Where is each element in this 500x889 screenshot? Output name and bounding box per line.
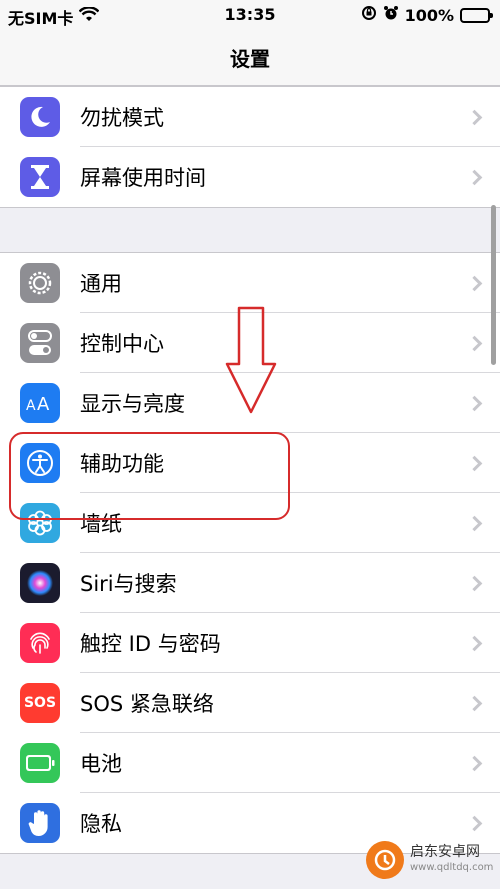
chevron-right-icon bbox=[466, 755, 483, 771]
settings-row-label: 通用 bbox=[80, 272, 122, 296]
settings-row-do-not-disturb[interactable]: 勿扰模式 bbox=[0, 87, 500, 147]
chevron-right-icon bbox=[466, 275, 483, 291]
battery-indicator-icon bbox=[460, 7, 493, 23]
chevron-right-icon bbox=[466, 575, 483, 591]
settings-row-screen-time[interactable]: 屏幕使用时间 bbox=[0, 147, 500, 207]
fingerprint-icon bbox=[20, 623, 60, 663]
siri-icon bbox=[20, 563, 60, 603]
annotation-highlight-box bbox=[9, 432, 290, 520]
orientation-lock-icon bbox=[361, 5, 377, 25]
settings-group-focus: 勿扰模式 屏幕使用时间 bbox=[0, 86, 500, 208]
settings-row-label: 屏幕使用时间 bbox=[80, 166, 206, 190]
hourglass-icon bbox=[20, 157, 60, 197]
chevron-right-icon bbox=[466, 515, 483, 531]
watermark-url: www.qdltdq.com bbox=[410, 862, 494, 873]
watermark-name: 启东安卓网 bbox=[410, 844, 480, 860]
nav-bar: 设置 bbox=[0, 30, 500, 86]
battery-icon bbox=[20, 743, 60, 783]
chevron-right-icon bbox=[466, 815, 483, 831]
hand-icon bbox=[20, 803, 60, 843]
switches-icon bbox=[20, 323, 60, 363]
settings-row-emergency-sos[interactable]: SOS SOS 紧急联络 bbox=[0, 673, 500, 733]
settings-row-label: 触控 ID 与密码 bbox=[80, 632, 221, 656]
chevron-right-icon bbox=[466, 395, 483, 411]
svg-text:A: A bbox=[37, 394, 50, 415]
settings-row-touch-id-passcode[interactable]: 触控 ID 与密码 bbox=[0, 613, 500, 673]
page-title: 设置 bbox=[230, 47, 270, 71]
chevron-right-icon bbox=[466, 169, 483, 185]
watermark: 启东安卓网 www.qdltdq.com bbox=[366, 835, 496, 885]
alarm-icon bbox=[383, 5, 399, 25]
settings-row-label: SOS 紧急联络 bbox=[80, 692, 214, 716]
svg-text:A: A bbox=[26, 398, 36, 414]
settings-row-label: 勿扰模式 bbox=[80, 106, 164, 130]
battery-percent: 100% bbox=[404, 5, 454, 25]
settings-row-siri-search[interactable]: Siri与搜索 bbox=[0, 553, 500, 613]
settings-row-general[interactable]: 通用 bbox=[0, 253, 500, 313]
chevron-right-icon bbox=[466, 455, 483, 471]
gear-icon bbox=[20, 263, 60, 303]
chevron-right-icon bbox=[466, 635, 483, 651]
settings-row-label: Siri与搜索 bbox=[80, 572, 177, 596]
chevron-right-icon bbox=[466, 695, 483, 711]
annotation-arrow-icon bbox=[225, 306, 277, 418]
status-bar: 无SIM卡 13:35 100% bbox=[0, 0, 500, 30]
settings-row-label: 显示与亮度 bbox=[80, 392, 185, 416]
settings-row-label: 控制中心 bbox=[80, 332, 164, 356]
sos-icon: SOS bbox=[20, 683, 60, 723]
moon-icon bbox=[20, 97, 60, 137]
chevron-right-icon bbox=[466, 335, 483, 351]
settings-row-label: 隐私 bbox=[80, 812, 122, 836]
settings-row-battery[interactable]: 电池 bbox=[0, 733, 500, 793]
watermark-logo-icon bbox=[366, 841, 404, 879]
chevron-right-icon bbox=[466, 109, 483, 125]
settings-row-label: 电池 bbox=[80, 752, 122, 776]
text-size-icon: AA bbox=[20, 383, 60, 423]
scrollbar-thumb[interactable] bbox=[491, 205, 496, 365]
